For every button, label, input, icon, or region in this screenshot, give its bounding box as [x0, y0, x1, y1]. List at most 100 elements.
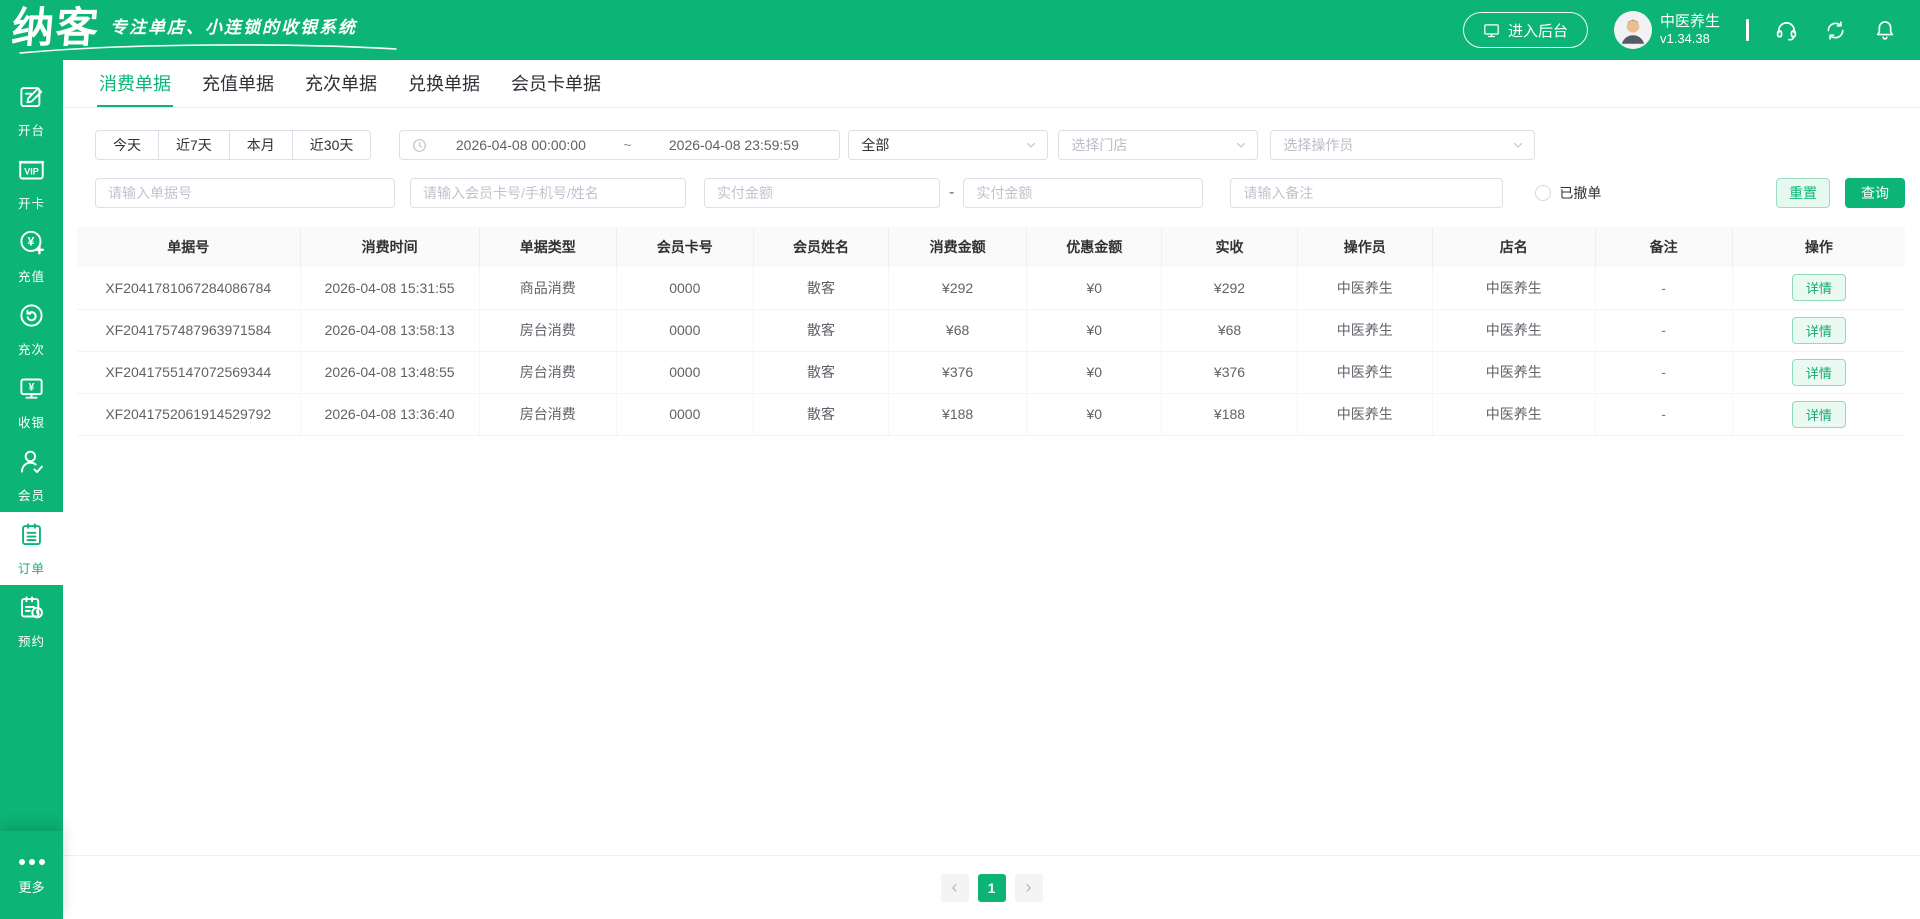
bill-type-select[interactable]: 全部 [848, 130, 1049, 160]
sidebar-item-label: 收银 [17, 415, 45, 430]
enter-backend-button[interactable]: 进入后台 [1462, 12, 1588, 48]
column-header: 会员姓名 [753, 227, 890, 267]
bills-table: 单据号 消费时间 单据类型 会员卡号 会员姓名 消费金额 优惠金额 实收 操作员 店名 备注 操作 X… [77, 227, 1905, 436]
cell-time: 2026-04-08 13:36:40 [300, 393, 480, 436]
sidebar-item-recharge-times[interactable]: 充次 [0, 293, 63, 366]
cell-time: 2026-04-08 15:31:55 [300, 267, 480, 310]
column-header: 单据类型 [479, 227, 617, 267]
current-page-button[interactable]: 1 [977, 873, 1006, 902]
column-header: 消费时间 [300, 227, 480, 267]
cell-paid: ¥188 [1161, 393, 1298, 436]
sidebar-item-orders[interactable]: 订单 [0, 512, 63, 585]
table-row: XF2041781067284086784 2026-04-08 15:31:55… [77, 267, 1905, 310]
recharge-icon: ¥ [18, 229, 45, 261]
detail-button[interactable]: 详情 [1791, 274, 1846, 302]
orders-icon [18, 521, 45, 553]
prev-page-button[interactable]: ‹ [940, 873, 969, 902]
cell-store: 中医养生 [1432, 267, 1596, 310]
quick-range-button-3[interactable]: 近30天 [291, 130, 372, 160]
amount-min-input[interactable] [704, 178, 940, 208]
column-header: 操作员 [1297, 227, 1433, 267]
header-divider [1746, 19, 1749, 41]
store-name: 中医养生 [1659, 12, 1720, 30]
sidebar-item-more[interactable]: 更多 [0, 831, 63, 919]
account-info[interactable]: 中医养生 v1.34.38 [1613, 11, 1720, 49]
quick-range-button-2[interactable]: 本月 [228, 130, 293, 160]
sidebar-item-member[interactable]: 会员 [0, 439, 63, 512]
detail-button[interactable]: 详情 [1791, 316, 1846, 344]
cell-card_no: 0000 [616, 309, 754, 352]
cell-discount: ¥0 [1026, 393, 1163, 436]
query-button[interactable]: 查询 [1845, 178, 1905, 208]
reset-button[interactable]: 重置 [1776, 178, 1830, 208]
cell-time: 2026-04-08 13:58:13 [300, 309, 480, 352]
quick-range-button-0[interactable]: 今天 [95, 130, 159, 160]
cell-amount: ¥68 [888, 309, 1028, 352]
sidebar: 开台 VIP 开卡 ¥ 充值充次 ¥ 收银会员订单预约 更多 [0, 60, 63, 919]
svg-text:¥: ¥ [29, 381, 35, 393]
cell-paid: ¥68 [1161, 309, 1298, 352]
amount-range-separator: - [949, 184, 955, 201]
cell-amount: ¥188 [888, 393, 1028, 436]
tab-recharge[interactable]: 充值单据 [200, 60, 276, 107]
bell-icon[interactable] [1873, 19, 1896, 42]
column-header: 操作 [1732, 227, 1905, 267]
sidebar-item-recharge[interactable]: ¥ 充值 [0, 220, 63, 293]
cell-bill_no: XF2041781067284086784 [77, 267, 301, 310]
column-header: 单据号 [77, 227, 301, 267]
tab-bar: 消费单据 充值单据 充次单据 兑换单据 会员卡单据 [63, 60, 1920, 108]
operator-select-placeholder: 选择操作员 [1283, 137, 1354, 153]
cell-amount: ¥376 [888, 351, 1028, 394]
cancelled-radio[interactable]: 已撤单 [1535, 183, 1601, 203]
detail-button[interactable]: 详情 [1791, 358, 1846, 386]
filter-row-2: - 已撤单 重置 查询 [95, 178, 1905, 208]
remark-input[interactable] [1230, 178, 1504, 208]
operator-select[interactable]: 选择操作员 [1270, 130, 1536, 160]
brand: 纳客 专注单店、小连锁的收银系统 [10, 0, 397, 60]
tab-consume[interactable]: 消费单据 [97, 60, 173, 107]
column-header: 店名 [1432, 227, 1596, 267]
amount-max-input[interactable] [963, 178, 1204, 208]
cell-operator: 中医养生 [1297, 309, 1433, 352]
store-select[interactable]: 选择门店 [1058, 130, 1259, 160]
tab-exchange[interactable]: 兑换单据 [406, 60, 482, 107]
tab-member-card[interactable]: 会员卡单据 [509, 60, 603, 107]
cell-member: 散客 [753, 393, 890, 436]
booking-icon [18, 594, 45, 626]
customer-service-icon[interactable] [1775, 19, 1798, 42]
member-search-input[interactable] [410, 178, 686, 208]
cell-operator: 中医养生 [1297, 267, 1433, 310]
cell-remark: - [1595, 267, 1733, 310]
table-body: XF2041781067284086784 2026-04-08 15:31:55… [77, 267, 1905, 436]
bill-no-input[interactable] [95, 178, 395, 208]
sidebar-item-label: 预约 [17, 634, 45, 649]
cell-store: 中医养生 [1432, 309, 1596, 352]
quick-range-button-1[interactable]: 近7天 [158, 130, 230, 160]
tab-times[interactable]: 充次单据 [303, 60, 379, 107]
date-range-picker[interactable]: 2026-04-08 00:00:00 ~ 2026-04-08 23:59:5… [399, 130, 841, 160]
open-table-icon [18, 83, 45, 115]
cell-time: 2026-04-08 13:48:55 [300, 351, 480, 394]
cell-amount: ¥292 [888, 267, 1028, 310]
cell-operator: 中医养生 [1297, 351, 1433, 394]
brand-tagline: 专注单店、小连锁的收银系统 [110, 18, 358, 37]
sidebar-item-cashier[interactable]: ¥ 收银 [0, 366, 63, 439]
next-page-button[interactable]: › [1014, 873, 1043, 902]
app-header: 纳客 专注单店、小连锁的收银系统 进入后台 中医养生 v1.34.38 [0, 0, 1920, 60]
detail-button[interactable]: 详情 [1791, 400, 1846, 428]
date-quick-buttons: 今天 近7天 本月 近30天 [95, 130, 372, 160]
cell-action: 详情 [1732, 309, 1905, 352]
svg-text:VIP: VIP [24, 166, 39, 176]
cell-card_no: 0000 [616, 267, 754, 310]
sidebar-item-open-table[interactable]: 开台 [0, 74, 63, 147]
sidebar-item-label: 订单 [17, 561, 45, 576]
sync-icon[interactable] [1824, 19, 1847, 42]
sidebar-nav: 开台 VIP 开卡 ¥ 充值充次 ¥ 收银会员订单预约 [0, 60, 63, 831]
table-row: XF2041755147072569344 2026-04-08 13:48:55… [77, 351, 1905, 394]
sidebar-item-booking[interactable]: 预约 [0, 585, 63, 658]
sidebar-item-label: 充次 [17, 342, 45, 357]
member-icon [18, 448, 45, 480]
main-content: 消费单据 充值单据 充次单据 兑换单据 会员卡单据 今天 近7天 本月 近30天 2026-0… [63, 60, 1920, 919]
sidebar-item-open-card[interactable]: VIP 开卡 [0, 147, 63, 220]
cell-operator: 中医养生 [1297, 393, 1433, 436]
